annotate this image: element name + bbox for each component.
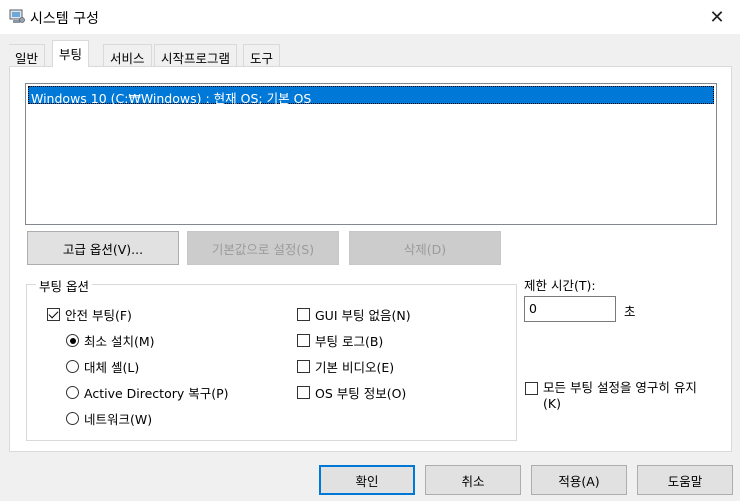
help-button[interactable]: 도움말: [637, 465, 733, 495]
alternate-shell-label: 대체 셸(L): [84, 360, 140, 375]
delete-button[interactable]: 삭제(D): [349, 231, 501, 265]
boot-log-label: 부팅 로그(B): [315, 334, 384, 349]
radio-circle[interactable]: [66, 334, 79, 347]
timeout-label: 제한 시간(T):: [524, 278, 596, 293]
persistent-label-line2: (K): [543, 396, 561, 411]
persistent-label: 모든 부팅 설정을 영구히 유지 (K): [543, 380, 697, 412]
apply-button[interactable]: 적용(A): [531, 465, 627, 495]
no-gui-boot-label: GUI 부팅 없음(N): [315, 308, 411, 323]
network-radio[interactable]: 네트워크(W): [66, 409, 152, 428]
tab-services[interactable]: 서비스: [103, 44, 152, 66]
set-default-button[interactable]: 기본값으로 설정(S): [187, 231, 339, 265]
tab-strip: 일반 부팅 서비스 시작프로그램 도구: [0, 34, 740, 67]
safe-boot-label: 안전 부팅(F): [65, 308, 132, 323]
network-label: 네트워크(W): [84, 412, 153, 427]
system-config-icon: [9, 9, 25, 23]
base-video-checkbox[interactable]: 기본 비디오(E): [297, 357, 394, 376]
tab-tools[interactable]: 도구: [243, 44, 281, 66]
os-boot-info-checkbox[interactable]: OS 부팅 정보(O): [297, 383, 406, 402]
checkbox-box[interactable]: [47, 308, 60, 321]
radio-circle[interactable]: [66, 360, 79, 373]
os-list-item[interactable]: Windows 10 (C:₩Windows) : 현재 OS; 기본 OS: [28, 86, 714, 106]
tab-startup[interactable]: 시작프로그램: [154, 44, 238, 66]
checkbox-box[interactable]: [525, 382, 538, 395]
checkbox-box[interactable]: [297, 360, 310, 373]
minimal-label: 최소 설치(M): [84, 334, 155, 349]
timeout-input[interactable]: 0: [524, 296, 616, 322]
close-icon: ✕: [709, 6, 725, 28]
ok-button[interactable]: 확인: [319, 465, 415, 495]
base-video-label: 기본 비디오(E): [315, 360, 395, 375]
ad-repair-radio[interactable]: Active Directory 복구(P): [66, 383, 229, 402]
checkbox-box[interactable]: [297, 334, 310, 347]
radio-circle[interactable]: [66, 386, 79, 399]
minimal-radio[interactable]: 최소 설치(M): [66, 331, 155, 350]
boot-log-checkbox[interactable]: 부팅 로그(B): [297, 331, 383, 350]
tab-boot[interactable]: 부팅: [52, 40, 90, 67]
os-boot-info-label: OS 부팅 정보(O): [315, 386, 407, 401]
persistent-label-line1: 모든 부팅 설정을 영구히 유지: [543, 380, 697, 395]
radio-circle[interactable]: [66, 412, 79, 425]
boot-tab-panel: Windows 10 (C:₩Windows) : 현재 OS; 기본 OS 고…: [9, 66, 732, 452]
tab-general[interactable]: 일반: [9, 44, 46, 66]
ad-repair-label: Active Directory 복구(P): [84, 386, 229, 401]
boot-options-legend: 부팅 옵션: [36, 276, 92, 295]
os-list[interactable]: Windows 10 (C:₩Windows) : 현재 OS; 기본 OS: [25, 83, 717, 225]
timeout-unit: 초: [624, 304, 636, 319]
title-bar: 시스템 구성 ✕: [0, 0, 740, 34]
cancel-button[interactable]: 취소: [425, 465, 521, 495]
safe-boot-checkbox[interactable]: 안전 부팅(F): [47, 305, 132, 324]
checkbox-box[interactable]: [297, 386, 310, 399]
advanced-options-button[interactable]: 고급 옵션(V)...: [27, 231, 179, 265]
close-button[interactable]: ✕: [694, 0, 740, 34]
checkbox-box[interactable]: [297, 308, 310, 321]
persistent-checkbox[interactable]: 모든 부팅 설정을 영구히 유지 (K): [525, 380, 697, 412]
no-gui-boot-checkbox[interactable]: GUI 부팅 없음(N): [297, 305, 411, 324]
window-title: 시스템 구성: [30, 11, 99, 27]
alternate-shell-radio[interactable]: 대체 셸(L): [66, 357, 139, 376]
